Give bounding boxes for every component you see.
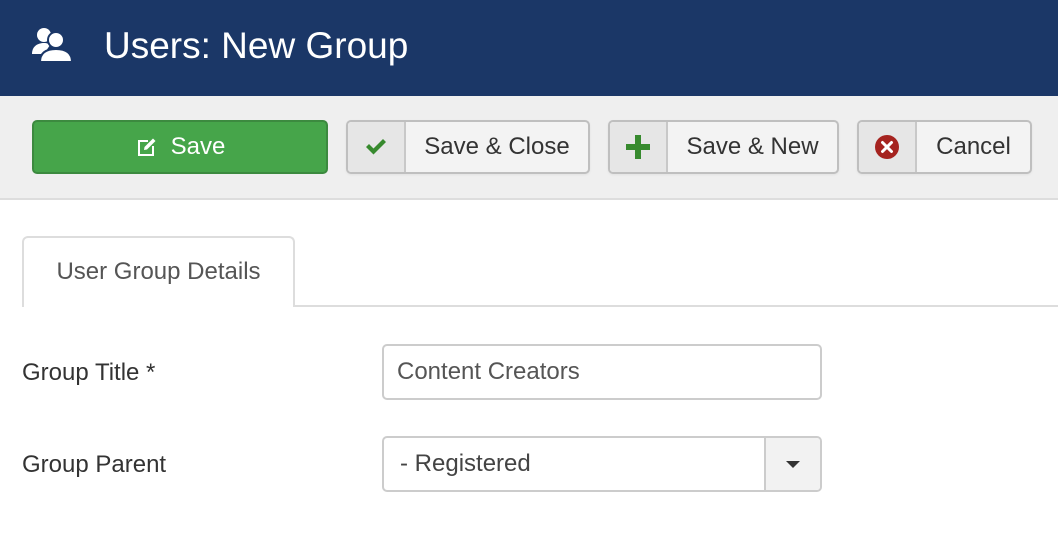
- chevron-down-icon: [786, 460, 800, 468]
- users-icon: [32, 28, 74, 63]
- group-title-input[interactable]: Content Creators: [382, 344, 822, 400]
- edit-icon: [137, 138, 156, 156]
- checkmark-icon: [366, 139, 386, 155]
- page-title: Users: New Group: [104, 25, 409, 66]
- cancel-button-label: Cancel: [936, 133, 1011, 160]
- save-close-button[interactable]: Save & Close: [346, 120, 590, 174]
- page-header: Users: New Group: [0, 0, 1058, 96]
- group-parent-dropdown-toggle[interactable]: [764, 438, 820, 490]
- group-parent-label: Group Parent: [22, 451, 167, 478]
- save-close-button-label: Save & Close: [424, 133, 570, 160]
- cancel-button[interactable]: Cancel: [857, 120, 1032, 174]
- close-circle-icon: [875, 135, 899, 159]
- group-title-label: Group Title *: [22, 359, 156, 386]
- plus-icon: [626, 135, 650, 159]
- save-button[interactable]: Save: [32, 120, 328, 174]
- group-parent-value: - Registered: [400, 450, 531, 477]
- toolbar: Save Save & Close Save & New Cancel: [0, 96, 1058, 200]
- group-parent-select[interactable]: - Registered: [382, 436, 822, 492]
- save-new-button[interactable]: Save & New: [608, 120, 839, 174]
- save-button-label: Save: [170, 133, 226, 160]
- tab-user-group-details[interactable]: User Group Details: [22, 236, 295, 307]
- save-new-button-label: Save & New: [686, 133, 819, 160]
